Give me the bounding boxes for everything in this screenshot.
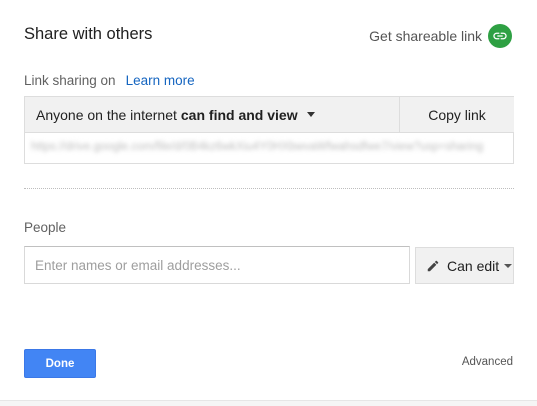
share-url-field[interactable]: https://drive.google.com/file/d/0B4kz6wk…	[31, 141, 507, 153]
permission-dropdown[interactable]: Can edit	[415, 247, 514, 284]
link-icon[interactable]	[488, 24, 512, 48]
learn-more-link[interactable]: Learn more	[126, 73, 195, 88]
get-shareable-link-label: Get shareable link	[369, 28, 482, 44]
get-shareable-link-button[interactable]: Get shareable link	[369, 24, 512, 48]
link-sharing-status: Link sharing on Learn more	[24, 73, 195, 88]
link-access-dropdown[interactable]: Anyone on the internet can find and view	[25, 97, 400, 133]
caret-down-icon	[504, 263, 513, 268]
access-level: can find and view	[180, 106, 298, 123]
permission-label: Can edit	[447, 257, 500, 274]
advanced-link[interactable]: Advanced	[462, 356, 513, 368]
share-dialog: Share with others Get shareable link Lin…	[0, 0, 537, 406]
copy-link-button[interactable]: Copy link	[400, 97, 514, 133]
done-button[interactable]: Done	[24, 349, 96, 378]
link-sharing-box: Anyone on the internet can find and view…	[24, 96, 514, 164]
people-input[interactable]	[24, 246, 410, 284]
pencil-icon	[426, 259, 440, 273]
section-divider	[24, 188, 514, 189]
access-prefix: Anyone on the internet	[36, 106, 177, 123]
dialog-bottom-edge	[0, 400, 537, 406]
people-label: People	[24, 220, 67, 235]
dialog-title: Share with others	[24, 25, 153, 43]
link-sharing-label: Link sharing on	[24, 73, 116, 88]
caret-down-icon	[306, 112, 315, 117]
